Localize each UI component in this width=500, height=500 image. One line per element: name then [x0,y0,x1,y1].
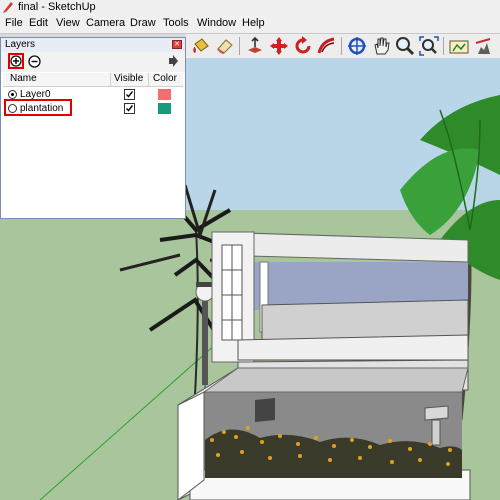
menu-draw[interactable]: Draw [130,17,156,29]
menu-window[interactable]: Window [197,17,236,29]
column-divider [110,73,111,86]
layers-panel-header: Layers ✕ [1,38,185,52]
follow-me-icon[interactable] [316,35,338,57]
menu-edit[interactable]: Edit [29,17,48,29]
menu-help[interactable]: Help [242,17,265,29]
layers-column-header: Name Visible Color [3,73,183,87]
paint-bucket-icon[interactable] [190,35,212,57]
delete-layer-button[interactable] [28,55,41,68]
close-icon[interactable]: ✕ [172,40,182,49]
menu-file[interactable]: File [5,17,23,29]
visible-checkbox[interactable] [124,89,135,100]
position-camera-icon[interactable] [448,35,470,57]
active-layer-radio[interactable] [8,90,17,99]
walk-icon[interactable] [472,35,494,57]
toolbar-separator [341,37,342,55]
column-visible[interactable]: Visible [114,73,143,84]
highlight-box [4,99,72,116]
menu-view[interactable]: View [56,17,80,29]
column-divider [148,73,149,86]
toolbar-separator [443,37,444,55]
menu-camera[interactable]: Camera [86,17,125,29]
orbit-icon[interactable] [346,35,368,57]
window-title: final - SketchUp [18,1,96,13]
move-icon[interactable] [268,35,290,57]
toolbar-separator [239,37,240,55]
push-pull-icon[interactable] [244,35,266,57]
eraser-icon[interactable] [214,35,236,57]
sketchup-logo-icon [3,2,13,13]
title-bar: final - SketchUp [0,0,500,15]
plus-icon [10,55,22,67]
visible-checkbox[interactable] [124,103,135,114]
zoom-icon[interactable] [394,35,416,57]
minus-icon [28,55,41,68]
layers-panel: Layers ✕ Name Visible Color Layer0 plant… [0,37,186,219]
details-button[interactable] [167,55,179,67]
layer-color-swatch[interactable] [158,89,171,100]
menu-bar: File Edit View Camera Draw Tools Window … [0,15,500,34]
column-color[interactable]: Color [153,73,177,84]
rotate-icon[interactable] [292,35,314,57]
add-layer-button[interactable] [8,53,24,69]
menu-tools[interactable]: Tools [163,17,189,29]
pan-icon[interactable] [370,35,392,57]
arrow-right-icon [169,55,178,67]
layers-panel-title: Layers [5,39,36,50]
main-toolbar [186,34,500,59]
zoom-extents-icon[interactable] [418,35,440,57]
column-name[interactable]: Name [10,73,37,84]
layers-button-bar [1,52,185,72]
checkmark-icon [125,105,134,112]
layer-color-swatch[interactable] [158,103,171,114]
checkmark-icon [125,91,134,98]
